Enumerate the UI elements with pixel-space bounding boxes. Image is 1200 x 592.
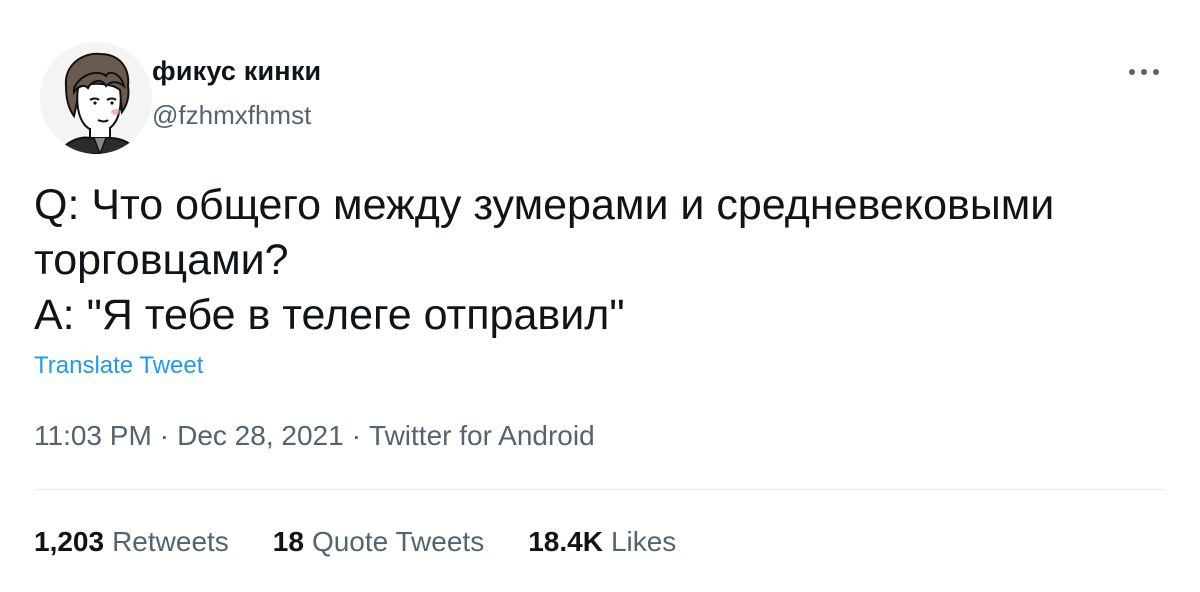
tweet-date[interactable]: Dec 28, 2021 [177,420,344,451]
more-dots-icon [1129,69,1159,75]
likes-stat[interactable]: 18.4K Likes [528,526,676,558]
retweets-label: Retweets [112,526,229,557]
meta-separator: · [159,420,170,451]
likes-label: Likes [610,526,677,557]
engagement-stats: 1,203 Retweets 18 Quote Tweets 18.4K Likes [34,526,676,558]
tweet-text-line: Q: Что общего между зумерами и средневек… [34,181,1055,229]
quote-tweets-label: Quote Tweets [311,526,485,557]
translate-tweet-link[interactable]: Translate Tweet [34,352,203,380]
tweet-time[interactable]: 11:03 PM [34,420,152,451]
divider [34,489,1166,490]
retweets-stat[interactable]: 1,203 Retweets [34,526,229,558]
tweet-card: фикус кинки @fzhmxfhmst Q: Что общего ме… [0,0,1200,592]
quote-tweets-stat[interactable]: 18 Quote Tweets [273,526,484,558]
cartoon-avatar-icon [40,42,152,154]
tweet-text-line: торговцами? [34,236,289,284]
author-handle[interactable]: @fzhmxfhmst [152,100,311,131]
retweets-count: 1,203 [34,526,105,557]
quote-tweets-count: 18 [272,526,304,557]
author-display-name[interactable]: фикус кинки [152,56,321,87]
tweet-text-line: A: "Я тебе в телеге отправил" [34,291,625,339]
likes-count: 18.4K [528,526,603,557]
avatar[interactable] [40,42,152,154]
more-options-button[interactable] [1124,56,1164,88]
tweet-text: Q: Что общего между зумерами и средневек… [34,178,1154,343]
tweet-metadata: 11:03 PM · Dec 28, 2021 · Twitter for Androi… [34,420,595,452]
tweet-source[interactable]: Twitter for Android [369,420,595,451]
meta-separator: · [351,420,362,451]
